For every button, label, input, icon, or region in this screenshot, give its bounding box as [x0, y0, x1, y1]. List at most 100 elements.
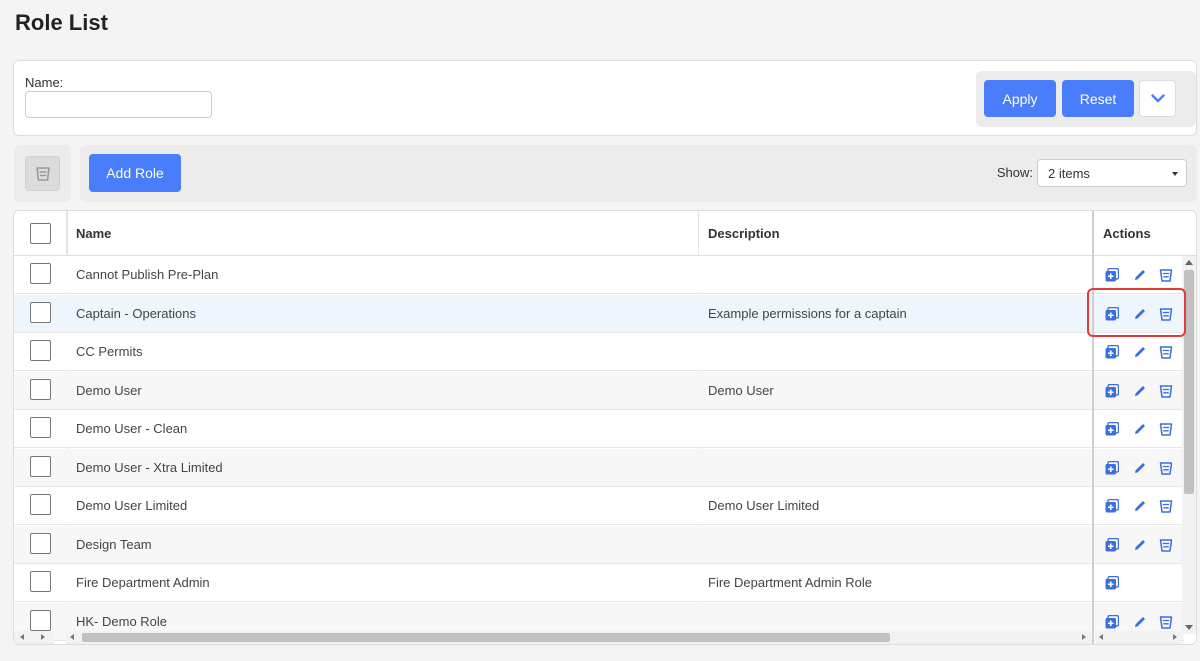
- role-name-cell: Demo User - Xtra Limited: [76, 459, 223, 475]
- role-description-cell: Demo User Limited: [708, 498, 820, 513]
- left-horizontal-scrollbar[interactable]: [14, 631, 54, 644]
- page-size-value: 2 items: [1048, 166, 1090, 181]
- actions-horizontal-scrollbar[interactable]: [1095, 631, 1183, 644]
- scroll-left-arrow-icon[interactable]: [1099, 634, 1103, 640]
- pencil-edit-icon[interactable]: [1133, 268, 1147, 282]
- column-header-description[interactable]: Description: [708, 211, 780, 256]
- trash-icon[interactable]: [1159, 307, 1173, 321]
- page-size-label: Show:: [996, 165, 1033, 180]
- copy-icon[interactable]: [1105, 345, 1119, 359]
- trash-icon[interactable]: [1159, 384, 1173, 398]
- role-name-cell: Design Team: [76, 536, 152, 552]
- role-name-cell: Cannot Publish Pre-Plan: [76, 267, 219, 282]
- scroll-left-arrow-icon[interactable]: [20, 634, 24, 640]
- actions-cell: [1094, 525, 1184, 564]
- filter-actions: Apply Reset: [976, 71, 1196, 127]
- scroll-left-arrow-icon[interactable]: [70, 634, 74, 640]
- pencil-edit-icon[interactable]: [1133, 422, 1147, 436]
- name-filter-label: Name:: [25, 75, 64, 90]
- table-row[interactable]: Demo User - Xtra Limited: [14, 448, 1092, 487]
- row-select-checkbox[interactable]: [30, 455, 51, 477]
- vertical-scrollbar[interactable]: [1182, 256, 1196, 634]
- apply-button[interactable]: Apply: [984, 80, 1056, 117]
- row-select-checkbox[interactable]: [30, 301, 51, 323]
- column-header-actions: Actions: [1094, 211, 1196, 256]
- table-row[interactable]: Cannot Publish Pre-Plan: [14, 256, 1092, 294]
- copy-icon[interactable]: [1105, 306, 1119, 321]
- page-title: Role List: [15, 10, 108, 35]
- copy-icon[interactable]: [1105, 268, 1119, 282]
- role-description-cell: Fire Department Admin Role: [708, 575, 873, 590]
- scroll-right-arrow-icon[interactable]: [41, 634, 45, 640]
- role-name-cell: Fire Department Admin: [76, 575, 210, 590]
- table-toolbar: Add Role Show: 2 items: [80, 145, 1197, 202]
- row-select-checkbox[interactable]: [30, 378, 51, 400]
- actions-cell: [1094, 448, 1184, 487]
- role-name-cell: Captain - Operations: [76, 305, 196, 321]
- copy-icon[interactable]: [1105, 499, 1119, 513]
- horizontal-scroll-thumb[interactable]: [82, 633, 890, 642]
- pencil-edit-icon[interactable]: [1133, 384, 1147, 398]
- copy-icon[interactable]: [1105, 422, 1119, 436]
- role-name-cell: Demo User: [76, 382, 142, 398]
- row-select-checkbox[interactable]: [30, 417, 51, 438]
- pencil-edit-icon[interactable]: [1133, 615, 1147, 629]
- role-name-cell: Demo User Limited: [76, 498, 188, 513]
- header-select-cell: [14, 211, 67, 256]
- copy-icon[interactable]: [1105, 614, 1119, 629]
- row-select-checkbox[interactable]: [30, 340, 51, 361]
- trash-icon[interactable]: [1159, 499, 1173, 513]
- actions-cell: [1094, 564, 1184, 602]
- actions-cell: [1094, 371, 1184, 410]
- actions-cell: [1094, 333, 1184, 371]
- trash-icon[interactable]: [1159, 422, 1173, 436]
- role-description-cell: Demo User: [708, 382, 774, 398]
- trash-icon[interactable]: [1159, 345, 1173, 359]
- page-size-select[interactable]: 2 items: [1037, 159, 1187, 187]
- actions-cell: [1094, 487, 1184, 525]
- trash-icon[interactable]: [1159, 615, 1173, 629]
- filter-panel: Name: Apply Reset: [13, 60, 1197, 136]
- table-row[interactable]: Fire Department Admin Fire Department Adm…: [14, 564, 1092, 602]
- role-name-cell: HK- Demo Role: [76, 613, 168, 629]
- add-role-button[interactable]: Add Role: [89, 154, 181, 192]
- table-row[interactable]: Captain - Operations Example permissions …: [14, 294, 1092, 333]
- table-row[interactable]: Demo User Limited Demo User Limited: [14, 487, 1092, 525]
- scroll-down-arrow-icon[interactable]: [1185, 625, 1193, 630]
- table-row[interactable]: Demo User Demo User: [14, 371, 1092, 410]
- scroll-right-arrow-icon[interactable]: [1173, 634, 1177, 640]
- row-select-checkbox[interactable]: [30, 609, 51, 631]
- reset-button[interactable]: Reset: [1062, 80, 1134, 117]
- name-filter-input[interactable]: [25, 91, 212, 118]
- row-select-checkbox[interactable]: [30, 532, 51, 554]
- copy-icon[interactable]: [1105, 460, 1119, 475]
- trash-icon[interactable]: [1159, 268, 1173, 282]
- select-all-checkbox[interactable]: [30, 223, 51, 244]
- pencil-edit-icon[interactable]: [1133, 538, 1147, 552]
- vertical-scroll-thumb[interactable]: [1184, 270, 1194, 494]
- table-row[interactable]: CC Permits: [14, 333, 1092, 371]
- row-select-checkbox[interactable]: [30, 571, 51, 592]
- scroll-right-arrow-icon[interactable]: [1082, 634, 1086, 640]
- copy-icon[interactable]: [1105, 383, 1119, 398]
- copy-icon[interactable]: [1105, 537, 1119, 552]
- pencil-edit-icon[interactable]: [1133, 307, 1147, 321]
- table-row[interactable]: Design Team: [14, 525, 1092, 564]
- trash-icon[interactable]: [1159, 538, 1173, 552]
- trash-icon[interactable]: [1159, 461, 1173, 475]
- column-header-name[interactable]: Name: [76, 211, 111, 256]
- pencil-edit-icon[interactable]: [1133, 499, 1147, 513]
- row-select-checkbox[interactable]: [30, 494, 51, 515]
- role-list-page: Role List Name: Apply Reset Add Role Sho…: [0, 0, 1200, 661]
- scroll-up-arrow-icon[interactable]: [1185, 260, 1193, 265]
- actions-cell: [1094, 256, 1184, 294]
- main-horizontal-scrollbar[interactable]: [66, 631, 1092, 644]
- copy-icon[interactable]: [1105, 576, 1119, 590]
- bulk-delete-button[interactable]: [25, 156, 60, 191]
- pencil-edit-icon[interactable]: [1133, 345, 1147, 359]
- pencil-edit-icon[interactable]: [1133, 461, 1147, 475]
- actions-cell: [1094, 410, 1184, 448]
- expand-filters-button[interactable]: [1139, 80, 1176, 117]
- table-row[interactable]: Demo User - Clean: [14, 410, 1092, 448]
- row-select-checkbox[interactable]: [30, 263, 51, 284]
